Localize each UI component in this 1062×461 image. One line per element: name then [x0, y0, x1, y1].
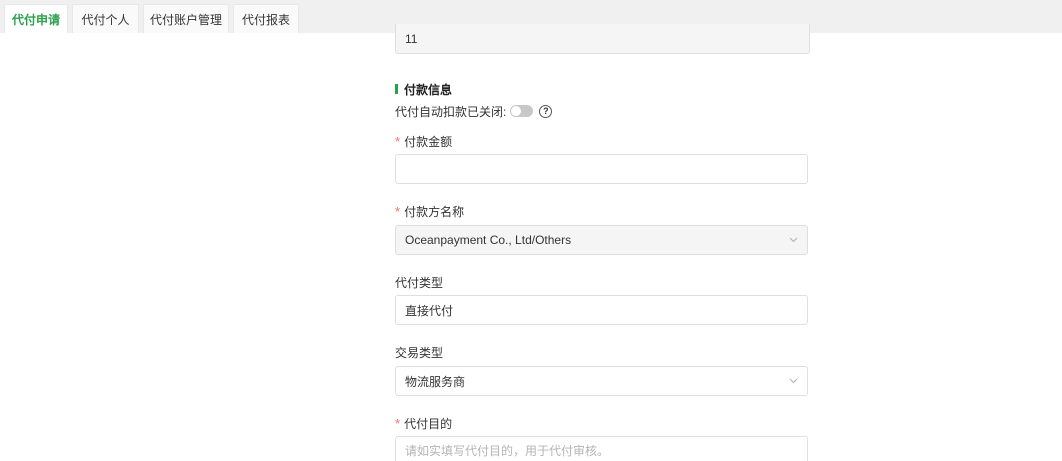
purpose-label: * 代付目的 [395, 415, 452, 432]
trade-type-value: 物流服务商 [405, 374, 466, 389]
tab-payout-apply[interactable]: 代付申请 [4, 4, 68, 33]
payment-info-section-title: 付款信息 [395, 82, 453, 97]
required-asterisk: * [395, 416, 401, 431]
amount-label: * 付款金额 [395, 133, 452, 150]
auto-deduct-label: 代付自动扣款已关闭: [395, 104, 507, 119]
purpose-placeholder: 请如实填写代付目的，用于代付审核。 [405, 444, 610, 458]
payer-name-value: Oceanpayment Co., Ltd/Others [405, 233, 572, 247]
purpose-textarea[interactable]: 请如实填写代付目的，用于代付审核。 [395, 436, 808, 461]
payout-type-value: 直接代付 [405, 303, 454, 318]
switch-knob [511, 106, 522, 116]
trade-type-select[interactable]: 物流服务商 [395, 366, 808, 396]
auto-deduct-row: 代付自动扣款已关闭: ? [395, 103, 553, 119]
required-asterisk: * [395, 134, 401, 149]
chevron-down-icon [788, 376, 798, 386]
payout-type-label: 代付类型 [395, 276, 444, 290]
required-asterisk: * [395, 204, 401, 219]
amount-label-text: 付款金额 [404, 135, 453, 149]
payer-name-select[interactable]: Oceanpayment Co., Ltd/Others [395, 225, 808, 255]
tab-payout-individual[interactable]: 代付个人 [72, 4, 139, 33]
top-field-value: 11 [405, 31, 418, 46]
chevron-down-icon [788, 235, 798, 245]
section-accent-bar [395, 84, 398, 94]
tab-payout-report[interactable]: 代付报表 [233, 4, 299, 33]
payer-name-label: * 付款方名称 [395, 203, 464, 220]
payer-name-label-text: 付款方名称 [404, 205, 465, 219]
question-circle-icon[interactable]: ? [539, 104, 553, 118]
section-title-text: 付款信息 [404, 82, 453, 97]
tab-payout-account-management[interactable]: 代付账户管理 [143, 4, 229, 33]
auto-deduct-switch[interactable] [510, 105, 534, 117]
top-field[interactable]: 11 [395, 24, 810, 54]
trade-type-label: 交易类型 [395, 346, 444, 360]
amount-input[interactable] [395, 154, 808, 184]
payout-type-input[interactable]: 直接代付 [395, 295, 808, 325]
purpose-label-text: 代付目的 [404, 417, 453, 431]
